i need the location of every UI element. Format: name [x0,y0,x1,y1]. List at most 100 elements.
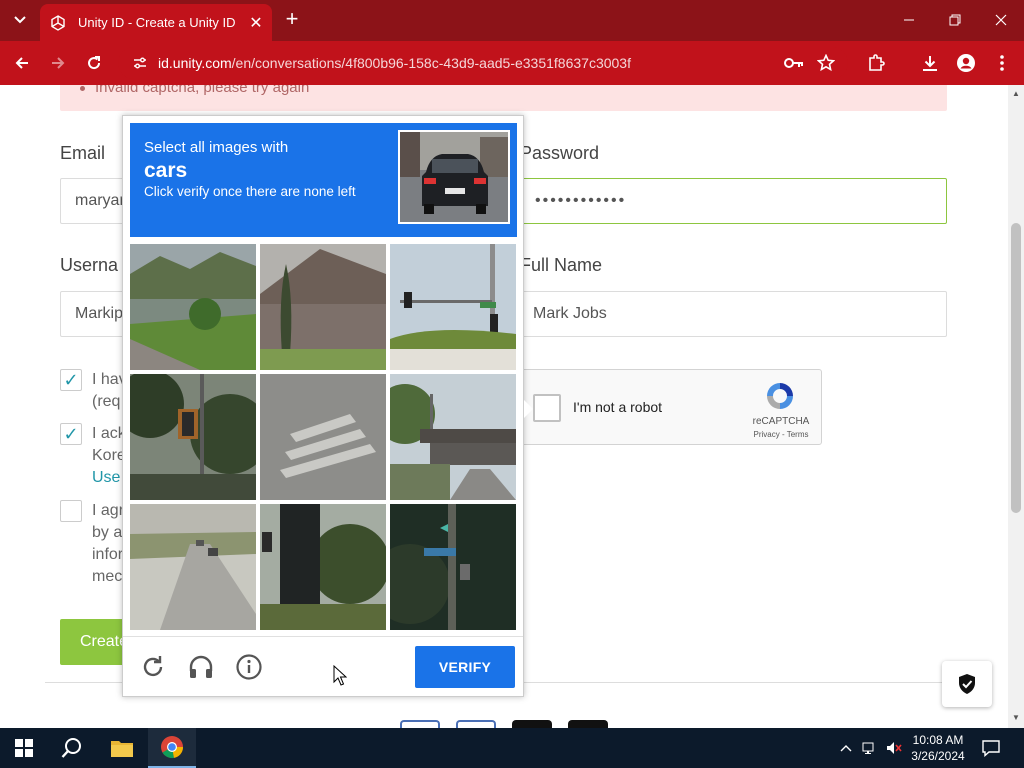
address-bar[interactable]: id.unity.com/en/conversations/4f800b96-1… [118,47,848,79]
page-scrollbar[interactable]: ▲ ▼ [1008,85,1024,728]
reload-challenge-button[interactable] [139,653,167,681]
links-separator: - [779,430,787,439]
challenge-tile[interactable] [130,374,256,500]
taskbar-clock[interactable]: 10:08 AM 3/26/2024 [905,732,971,764]
sample-car-image [398,130,510,224]
marketing-text-line1: I agr [92,502,125,519]
reload-icon [88,56,101,70]
challenge-footer: VERIFY [123,636,523,696]
url-path: /en/conversations/4f800b96-158c-43d9-aad… [231,55,631,71]
chevron-down-icon [14,16,26,24]
reload-icon [143,656,163,677]
arrow-left-icon [15,57,28,69]
extensions-button[interactable] [864,51,888,75]
challenge-tile[interactable] [130,504,256,630]
site-info-icon[interactable] [130,53,150,73]
star-icon [817,54,835,72]
recaptcha-links: Privacy - Terms [741,430,821,439]
menu-button[interactable] [990,51,1014,75]
password-label: Password [520,143,600,163]
password-field[interactable]: •••••••••••• [520,178,947,224]
restore-button[interactable] [943,8,967,32]
search-icon [61,738,81,758]
scroll-thumb[interactable] [1011,223,1021,513]
new-tab-button[interactable]: + [281,8,303,31]
challenge-tile[interactable] [390,244,516,370]
volume-muted-icon[interactable] [886,740,902,756]
close-window-button[interactable] [989,8,1013,32]
recaptcha-challenge-popup: Select all images with cars Click verify… [122,115,533,697]
recaptcha-label: I'm not a robot [573,399,663,415]
marketing-text-line3: infor [92,546,124,563]
windows-logo-icon [15,739,33,757]
challenge-tile[interactable] [390,374,516,500]
recaptcha-checkbox[interactable] [533,394,561,422]
bookmark-button[interactable] [814,51,838,75]
show-hidden-icons-icon[interactable] [838,740,854,756]
scroll-up-arrow-icon[interactable]: ▲ [1011,89,1021,99]
recaptcha-widget: I'm not a robot reCAPTCHA Privacy - Term… [520,369,822,445]
social-login-button[interactable] [456,720,496,728]
file-explorer-button[interactable] [98,728,146,768]
audio-challenge-button[interactable] [187,653,215,681]
verify-button[interactable]: VERIFY [415,646,515,688]
chrome-taskbar-button[interactable] [148,728,196,768]
marketing-checkbox[interactable] [60,500,82,522]
username-label: Userna [60,255,119,275]
acknowledge-checkbox[interactable]: ✓ [60,423,82,445]
challenge-tile[interactable] [130,244,256,370]
start-button[interactable] [0,728,48,768]
url-text: id.unity.com/en/conversations/4f800b96-1… [158,55,631,71]
back-button[interactable] [10,51,34,75]
challenge-target: cars [144,159,188,182]
acknowledge-link[interactable]: Use [92,467,126,489]
profile-button[interactable] [954,51,978,75]
scroll-down-arrow-icon[interactable]: ▼ [1011,713,1021,723]
clock-time: 10:08 AM [912,733,964,747]
url-host: id.unity.com [158,55,232,71]
mouse-cursor-icon [333,665,347,686]
puzzle-icon [869,54,885,71]
challenge-instruction: Select all images with [144,139,289,156]
acknowledge-text-line1: I ack [92,425,126,442]
recaptcha-brand: reCAPTCHA [752,416,810,427]
browser-tab[interactable]: Unity ID - Create a Unity ID ✕ [40,4,272,41]
help-button[interactable] [235,653,263,681]
minimize-icon [904,19,914,21]
marketing-text-line2: by a [92,524,123,541]
downloads-button[interactable] [918,51,942,75]
reload-button[interactable] [82,51,106,75]
challenge-tile[interactable] [260,244,386,370]
terms-link[interactable]: Terms [787,430,809,439]
challenge-image-grid [130,244,517,630]
close-tab-icon[interactable]: ✕ [246,13,266,33]
security-shield-button[interactable] [942,661,992,707]
arrow-right-icon [52,57,65,69]
clock-date: 3/26/2024 [911,749,965,763]
social-login-button[interactable] [568,720,608,728]
error-message: Invalid captcha, please try again [79,85,309,96]
password-key-button[interactable] [782,51,806,75]
challenge-tile[interactable] [260,504,386,630]
notifications-icon[interactable] [982,739,1000,757]
terms-checkbox[interactable]: ✓ [60,369,82,391]
fullname-field[interactable]: Mark Jobs [520,291,947,337]
taskbar-search-button[interactable] [48,728,96,768]
email-label: Email [60,143,106,163]
network-icon[interactable] [862,740,878,756]
social-login-button[interactable] [512,720,552,728]
checkmark-icon: ✓ [63,423,79,444]
marketing-checkbox-text: I agr by a infor mec [92,500,124,588]
social-login-button[interactable] [400,720,440,728]
close-icon [995,14,1007,26]
fullname-label: Full Name [520,255,603,275]
tab-search-button[interactable] [8,8,32,32]
checkmark-icon: ✓ [63,369,79,390]
forward-button[interactable] [46,51,70,75]
minimize-button[interactable] [897,8,921,32]
privacy-link[interactable]: Privacy [754,430,780,439]
unity-logo-icon [51,14,65,31]
download-icon [923,56,937,71]
challenge-tile[interactable] [390,504,516,630]
challenge-tile[interactable] [260,374,386,500]
